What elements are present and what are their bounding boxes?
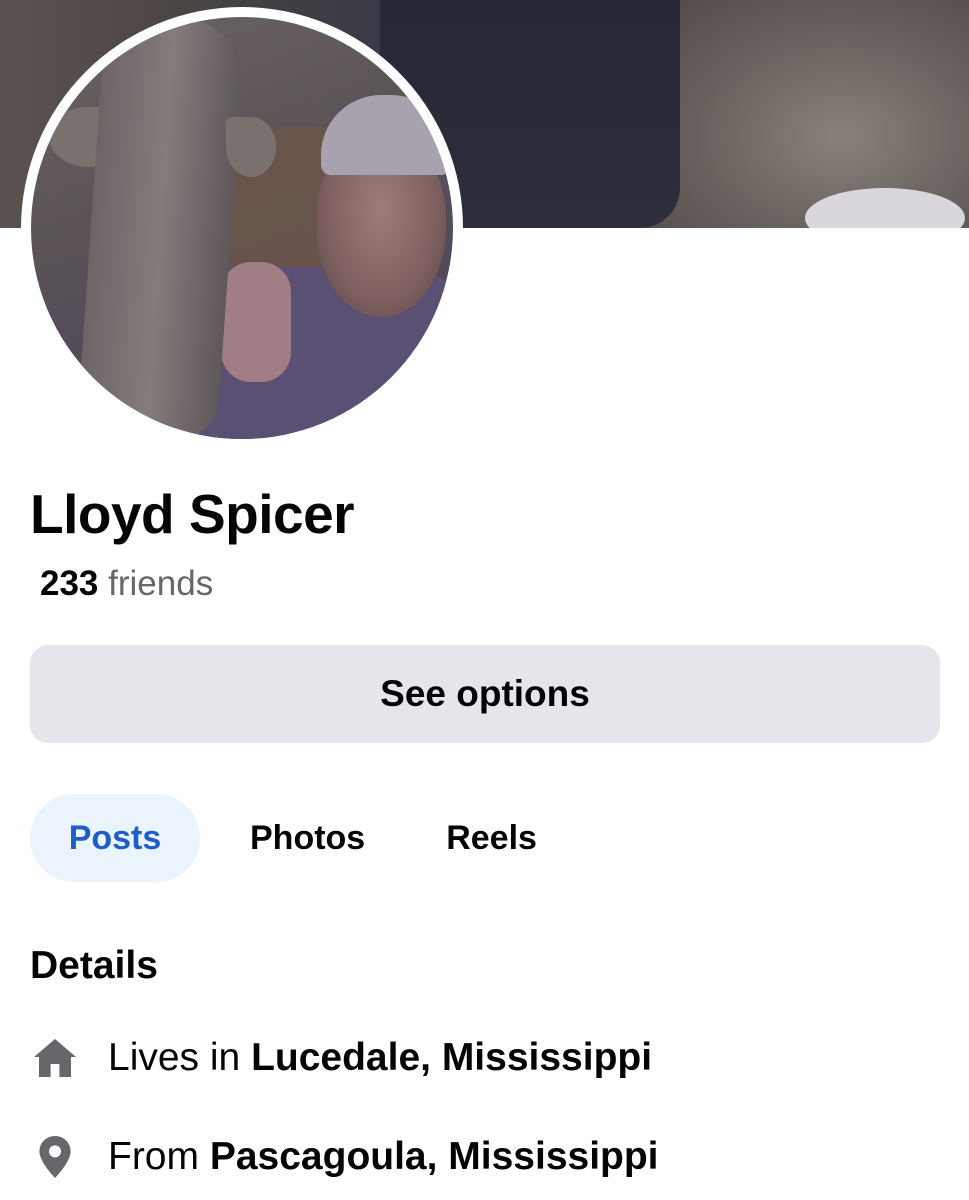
profile-name: Lloyd Spicer — [30, 483, 355, 545]
profile-tabs: Posts Photos Reels — [30, 794, 569, 882]
lives-in-prefix: Lives in — [108, 1036, 241, 1079]
lives-in-place[interactable]: Lucedale, Mississippi — [251, 1034, 652, 1082]
friends-count-number: 233 — [40, 564, 99, 603]
avatar-fish-fin-right — [226, 117, 276, 177]
detail-from: From Pascagoula, Mississippi — [30, 1132, 659, 1182]
from-place[interactable]: Pascagoula, Mississippi — [210, 1133, 659, 1181]
from-prefix: From — [108, 1135, 199, 1178]
tab-posts[interactable]: Posts — [30, 794, 200, 882]
details-heading: Details — [30, 944, 158, 987]
see-options-button[interactable]: See options — [30, 645, 940, 743]
detail-lives-in: Lives in Lucedale, Mississippi — [30, 1033, 652, 1083]
tab-photos[interactable]: Photos — [218, 794, 397, 882]
avatar-fish — [76, 17, 246, 439]
avatar[interactable] — [31, 17, 453, 439]
tab-reels[interactable]: Reels — [414, 794, 569, 882]
friends-count[interactable]: 233 friends — [40, 562, 213, 606]
avatar-arm — [221, 262, 291, 382]
home-icon — [30, 1033, 80, 1083]
friends-count-label: friends — [108, 564, 214, 603]
location-pin-icon — [30, 1132, 80, 1182]
